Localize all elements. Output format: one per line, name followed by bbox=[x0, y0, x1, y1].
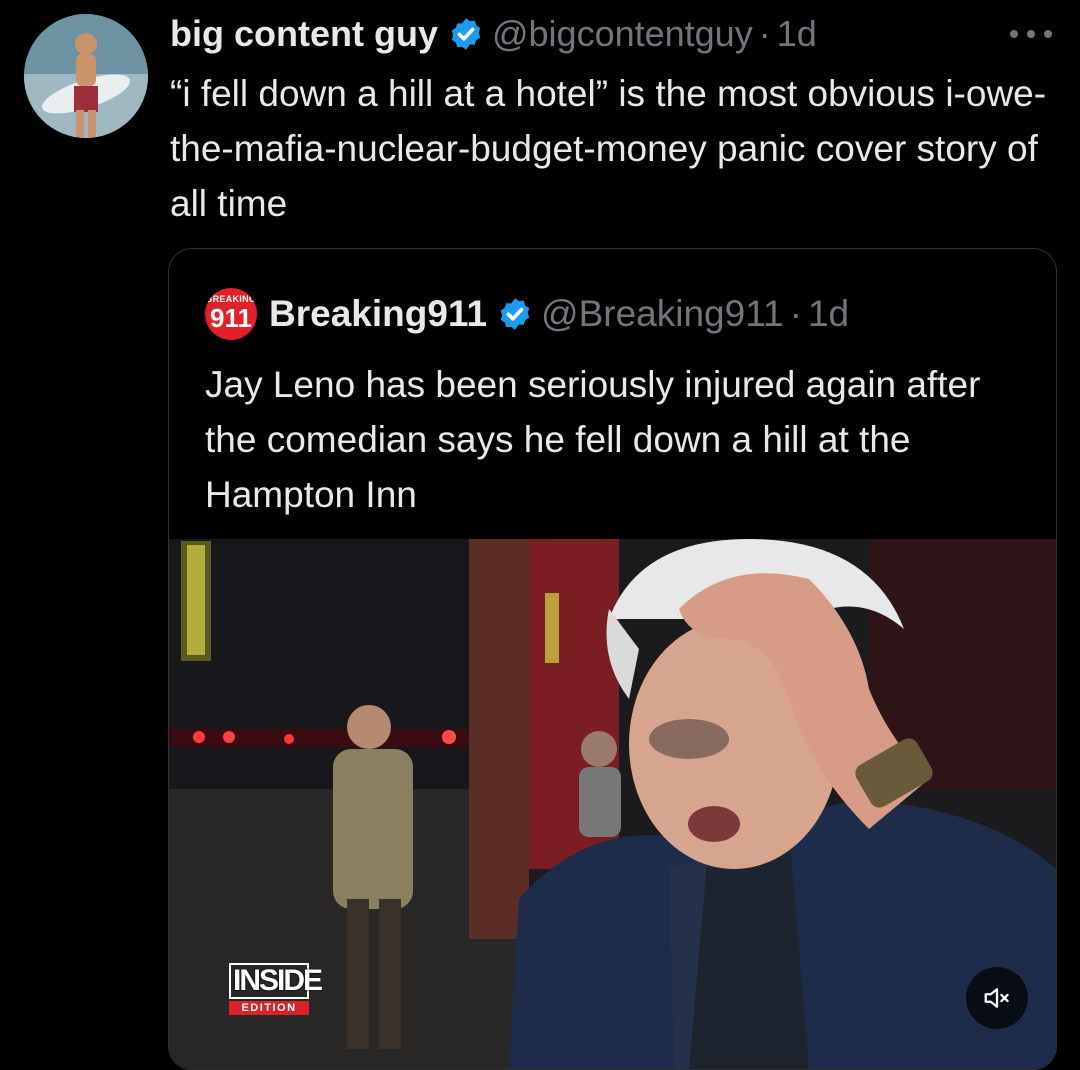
verified-badge-icon bbox=[500, 298, 530, 330]
inside-edition-watermark: INSIDE EDITION bbox=[229, 963, 323, 1015]
more-dot bbox=[1027, 30, 1035, 38]
quoted-tweet-time[interactable]: 1d bbox=[808, 293, 849, 335]
muted-speaker-icon bbox=[984, 988, 1009, 1008]
watermark-bottom: EDITION bbox=[229, 1001, 309, 1015]
more-dot bbox=[1044, 30, 1052, 38]
surfer-avatar-image bbox=[24, 14, 148, 138]
more-options-icon[interactable] bbox=[1010, 22, 1052, 46]
logo-number: 911 bbox=[210, 303, 252, 333]
mute-button[interactable] bbox=[966, 967, 1028, 1029]
author-avatar[interactable] bbox=[24, 14, 148, 138]
quoted-tweet[interactable]: BREAKING 911 Breaking911 @Breaking911 · … bbox=[168, 248, 1057, 1070]
quoted-tweet-header: BREAKING 911 Breaking911 @Breaking911 · … bbox=[205, 287, 849, 341]
watermark-top: INSIDE bbox=[229, 963, 323, 999]
quoted-author-name[interactable]: Breaking911 bbox=[269, 293, 487, 335]
author-handle[interactable]: @bigcontentguy bbox=[492, 13, 753, 55]
quoted-author-handle[interactable]: @Breaking911 bbox=[541, 293, 784, 335]
separator: · bbox=[789, 293, 802, 334]
breaking911-logo[interactable]: BREAKING 911 bbox=[205, 288, 257, 340]
tweet-header: big content guy @bigcontentguy · 1d bbox=[170, 10, 817, 58]
verified-badge-icon bbox=[451, 18, 481, 50]
video-player[interactable]: INSIDE EDITION bbox=[169, 539, 1056, 1069]
more-dot bbox=[1010, 30, 1018, 38]
separator: · bbox=[758, 13, 771, 54]
tweet-text: “i fell down a hill at a hotel” is the m… bbox=[170, 73, 1047, 224]
tweet-time[interactable]: 1d bbox=[777, 13, 817, 55]
author-name[interactable]: big content guy bbox=[170, 13, 438, 55]
quoted-tweet-text: Jay Leno has been seriously injured agai… bbox=[205, 364, 981, 515]
